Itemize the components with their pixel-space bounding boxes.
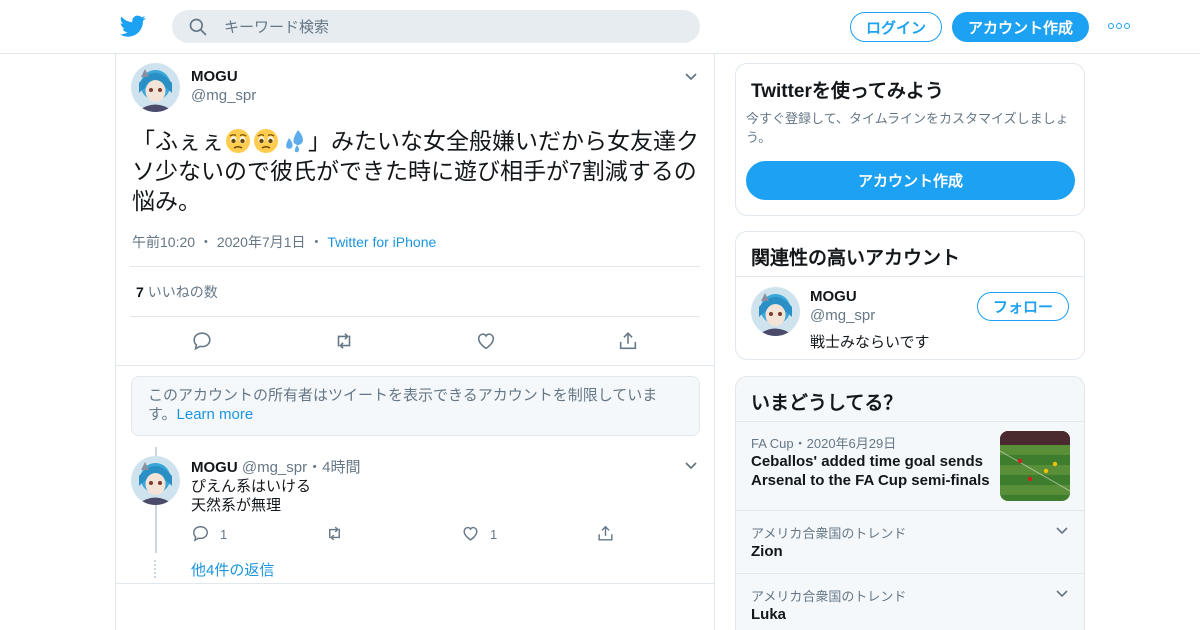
trend-meta: アメリカ合衆国のトレンド: [751, 526, 907, 541]
tweet-time: 午前10:20: [132, 234, 196, 250]
related-account-name[interactable]: MOGU: [810, 288, 857, 305]
divider: [130, 266, 700, 267]
reply-separator: ・: [307, 459, 323, 476]
search-input[interactable]: キーワード検索: [224, 16, 329, 37]
more-replies-link[interactable]: 他4件の返信: [191, 559, 274, 580]
pleading-face-icon: [254, 129, 278, 153]
divider: [736, 510, 1084, 511]
likes-label: いいねの数: [147, 284, 218, 300]
avatar[interactable]: [131, 456, 180, 505]
likes-count: 7: [136, 284, 144, 300]
divider: [116, 365, 714, 366]
signup-card: Twitterを使ってみよう 今すぐ登録して、タイムラインをカスタマイズしましょ…: [735, 63, 1085, 216]
create-account-button[interactable]: アカウント作成: [746, 161, 1075, 200]
retweet-icon[interactable]: [325, 524, 344, 543]
signup-button[interactable]: アカウント作成: [952, 12, 1089, 42]
tweet-metadata: 午前10:20 ・ 2020年7月1日 ・ Twitter for iPhone: [132, 234, 437, 250]
reply-text-line: ぴえん系はいける: [191, 478, 312, 495]
chevron-down-icon[interactable]: [1056, 527, 1068, 535]
divider: [736, 573, 1084, 574]
tweet-source-link[interactable]: Twitter for iPhone: [327, 234, 436, 250]
learn-more-link[interactable]: Learn more: [177, 406, 254, 423]
login-button[interactable]: ログイン: [850, 12, 942, 42]
reply-icon[interactable]: [191, 330, 213, 352]
tweet-text: 「ふぇぇ 」みたいな女全般嫌いだから女友達クソ少ないので彼氏ができた時に遊び相手が…: [132, 126, 704, 216]
signup-card-title: Twitterを使ってみよう: [751, 81, 944, 102]
pleading-face-icon: [226, 129, 250, 153]
avatar[interactable]: [751, 287, 800, 336]
reply-text: ぴえん系はいける 天然系が無理: [191, 477, 311, 515]
likes-stat[interactable]: 7 いいねの数: [136, 282, 218, 302]
protected-account-notice: このアカウントの所有者はツイートを表示できるアカウントを制限しています。Lear…: [131, 376, 700, 436]
tweet-author-handle[interactable]: @mg_spr: [191, 87, 256, 104]
avatar[interactable]: [131, 63, 180, 112]
reply-icon[interactable]: [191, 524, 210, 543]
trends-card: いまどうしてる？ FA Cup・2020年6月29日 Ceballos' add…: [735, 376, 1085, 630]
thread-more-dots: [154, 560, 158, 578]
trend-meta: アメリカ合衆国のトレンド: [751, 589, 907, 604]
reply-time[interactable]: 4時間: [322, 459, 360, 476]
chevron-down-icon[interactable]: [684, 72, 698, 82]
related-account-handle[interactable]: @mg_spr: [810, 307, 875, 324]
chevron-down-icon[interactable]: [684, 461, 698, 471]
top-navigation-bar: キーワード検索 ログイン アカウント作成: [0, 0, 1200, 54]
sweat-droplets-icon: [286, 130, 303, 153]
divider: [736, 421, 1084, 422]
trends-title: いまどうしてる？: [751, 393, 903, 414]
related-account-bio: 戦士みならいです: [810, 334, 930, 351]
divider: [130, 316, 700, 317]
signup-card-description: 今すぐ登録して、タイムラインをカスタマイズしましょう。: [746, 111, 1069, 145]
trend-headline[interactable]: Ceballos' added time goal sends Arsenal …: [751, 452, 991, 490]
like-heart-icon[interactable]: [475, 330, 497, 352]
search-bar[interactable]: キーワード検索: [172, 10, 700, 43]
reply-count: 1: [220, 527, 228, 542]
share-icon[interactable]: [617, 330, 639, 352]
trend-name[interactable]: Zion: [751, 543, 783, 560]
tweet-date: 2020年7月1日: [216, 234, 306, 250]
divider: [736, 276, 1084, 277]
tweet-column: MOGU @mg_spr 「ふぇぇ 」みたいな女全般嫌いだから女友達クソ少ないので…: [115, 54, 715, 630]
chevron-down-icon[interactable]: [1056, 590, 1068, 598]
related-accounts-title: 関連性の高いアカウント: [751, 248, 961, 269]
share-icon[interactable]: [596, 524, 615, 543]
related-accounts-card: 関連性の高いアカウント MOGU @mg_spr 戦士みならいです フォロー: [735, 231, 1085, 360]
reply-header: MOGU @mg_spr・4時間: [191, 456, 360, 477]
tweet-author-name[interactable]: MOGU: [191, 68, 238, 85]
search-icon: [189, 18, 207, 35]
reply-author-name[interactable]: MOGU: [191, 459, 238, 476]
trend-meta: FA Cup・2020年6月29日: [751, 436, 897, 451]
retweet-icon[interactable]: [333, 330, 355, 352]
like-count: 1: [490, 527, 498, 542]
reply-author-handle[interactable]: @mg_spr: [242, 459, 307, 476]
twitter-bird-logo-icon[interactable]: [120, 13, 146, 39]
divider: [116, 583, 714, 584]
tweet-text-start: 「ふぇぇ: [132, 128, 224, 154]
trend-thumbnail[interactable]: [1000, 431, 1070, 501]
reply-text-line: 天然系が無理: [191, 497, 282, 514]
more-options-icon[interactable]: [1108, 20, 1130, 32]
like-heart-icon[interactable]: [461, 524, 480, 543]
trend-name[interactable]: Luka: [751, 606, 786, 623]
follow-button[interactable]: フォロー: [977, 292, 1069, 321]
